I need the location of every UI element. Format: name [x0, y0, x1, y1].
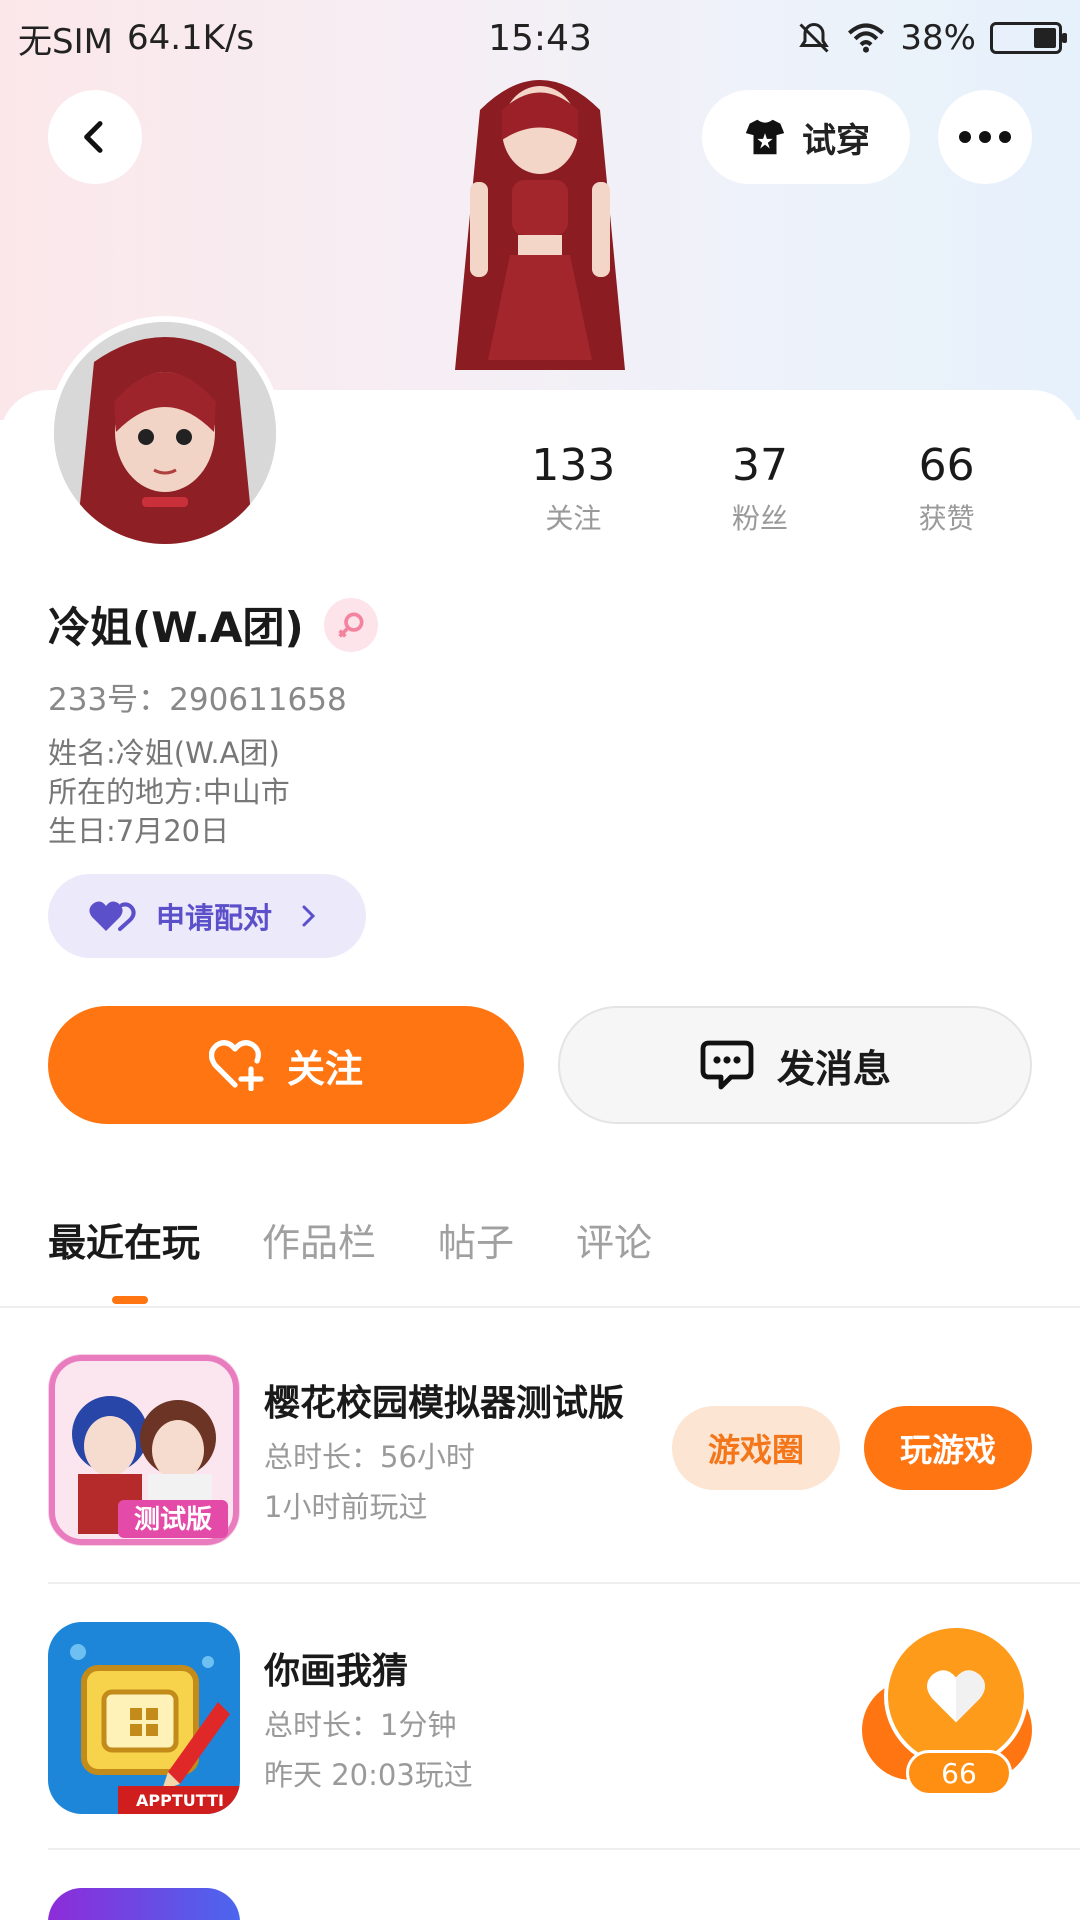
tab-recently-played[interactable]: 最近在玩 — [48, 1212, 200, 1267]
double-heart-icon — [89, 901, 136, 931]
tab-comments[interactable]: 评论 — [576, 1212, 652, 1267]
game-icon[interactable]: 测试版 — [48, 1354, 240, 1546]
info-location: 所在的地方:中山市 — [48, 775, 290, 809]
like-floating-button[interactable]: 66 — [862, 1620, 1032, 1800]
stat-label: 粉丝 — [732, 502, 789, 535]
follow-label: 关注 — [286, 1046, 363, 1091]
message-label: 发消息 — [776, 1046, 891, 1091]
info-real-name: 姓名:冷姐(W.A团) — [48, 736, 280, 770]
follow-button[interactable]: 关注 — [48, 1006, 524, 1124]
stat-value: 66 — [918, 440, 975, 491]
like-circle — [884, 1624, 1028, 1768]
stat-value: 37 — [732, 440, 788, 491]
tshirt-icon — [745, 119, 785, 155]
chevron-left-icon — [84, 121, 103, 153]
game-icon-badge: APPTUTTI — [136, 1791, 224, 1810]
stat-following[interactable]: 133 关注 — [480, 440, 667, 537]
heart-icon — [927, 1670, 985, 1723]
chat-bubble-icon — [700, 1040, 754, 1090]
game-icon[interactable]: APPTUTTI — [48, 1622, 240, 1814]
heart-plus-icon — [208, 1040, 264, 1091]
name-row: 冷姐(W.A团) — [48, 594, 378, 655]
avatar-image — [54, 322, 276, 544]
chevron-right-icon — [302, 905, 316, 927]
tab-works[interactable]: 作品栏 — [262, 1212, 376, 1267]
female-icon — [323, 597, 378, 652]
more-dots-icon — [959, 131, 1011, 143]
tab-indicator — [112, 1296, 148, 1304]
pair-request-button[interactable]: 申请配对 — [48, 874, 366, 958]
try-on-button[interactable]: 试穿 — [702, 90, 910, 184]
stat-likes[interactable]: 66 获赞 — [853, 440, 1040, 537]
profile-tabs: 最近在玩 作品栏 帖子 评论 — [48, 1212, 652, 1267]
message-button[interactable]: 发消息 — [558, 1006, 1032, 1124]
list-item[interactable]: 测试版 樱花校园模拟器测试版 总时长：56小时 1小时前玩过 游戏圈 玩游戏 — [48, 1354, 1080, 1554]
game-duration: 总时长：56小时 — [264, 1440, 475, 1474]
stat-followers[interactable]: 37 粉丝 — [667, 440, 854, 537]
tab-posts[interactable]: 帖子 — [438, 1212, 514, 1267]
user-id: 233号：290611658 — [48, 682, 347, 718]
stat-label: 获赞 — [918, 502, 975, 535]
play-game-button[interactable]: 玩游戏 — [864, 1406, 1032, 1490]
pair-label: 申请配对 — [156, 901, 273, 935]
battery-icon — [990, 22, 1067, 54]
game-icon-badge: 测试版 — [134, 1505, 212, 1535]
stat-label: 关注 — [545, 502, 602, 535]
user-name: 冷姐(W.A团) — [48, 603, 304, 652]
avatar-3d-figure[interactable] — [410, 70, 670, 390]
game-icon[interactable] — [48, 1888, 240, 1920]
game-last-played: 1小时前玩过 — [264, 1490, 428, 1524]
list-divider — [48, 1582, 1080, 1584]
like-count: 66 — [906, 1750, 1012, 1796]
list-divider — [48, 1848, 1080, 1850]
profile-info: 姓名:冷姐(W.A团) 所在的地方:中山市 生日:7月20日 — [48, 734, 290, 851]
game-duration: 总时长：1分钟 — [264, 1708, 457, 1742]
try-on-label: 试穿 — [802, 120, 870, 161]
status-time: 15:43 — [488, 17, 592, 59]
back-button[interactable] — [48, 90, 142, 184]
stats-row: 133 关注 37 粉丝 66 获赞 — [480, 440, 1040, 537]
info-birthday: 生日:7月20日 — [48, 814, 230, 848]
game-title: 你画我猜 — [264, 1651, 409, 1692]
status-bar: 无SIM 64.1K/s 15:43 38% — [0, 0, 1080, 76]
game-last-played: 昨天 20:03玩过 — [264, 1758, 473, 1792]
game-title: 樱花校园模拟器测试版 — [264, 1383, 625, 1424]
avatar[interactable] — [48, 316, 282, 550]
tabs-divider — [0, 1306, 1080, 1308]
more-button[interactable] — [938, 90, 1032, 184]
stat-value: 133 — [531, 440, 616, 491]
game-circle-button[interactable]: 游戏圈 — [672, 1406, 840, 1490]
